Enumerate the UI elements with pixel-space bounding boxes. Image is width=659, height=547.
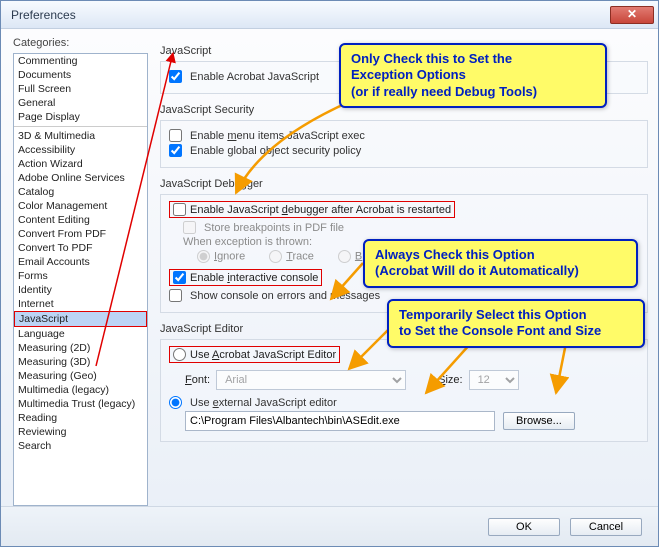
category-item[interactable]: Measuring (2D) — [14, 341, 147, 355]
category-item[interactable]: Search — [14, 439, 147, 453]
titlebar: Preferences ✕ — [1, 1, 658, 29]
category-item[interactable]: Catalog — [14, 185, 147, 199]
ignore-radio: Ignore — [197, 250, 245, 263]
category-item[interactable]: Adobe Online Services — [14, 171, 147, 185]
category-item[interactable]: Identity — [14, 283, 147, 297]
enable-global-security-checkbox[interactable]: Enable global object security policy — [169, 144, 639, 157]
size-label: Size: — [438, 374, 462, 386]
category-item[interactable]: Multimedia Trust (legacy) — [14, 397, 147, 411]
font-label: Font: — [185, 374, 210, 386]
category-item[interactable]: Reading — [14, 411, 147, 425]
window-title: Preferences — [11, 8, 610, 22]
category-item[interactable]: Full Screen — [14, 82, 147, 96]
category-item[interactable]: General — [14, 96, 147, 110]
category-item[interactable]: Language — [14, 327, 147, 341]
use-external-editor-radio[interactable]: Use external JavaScript editor — [169, 396, 639, 409]
category-item[interactable]: JavaScript — [14, 311, 147, 327]
category-item[interactable]: Documents — [14, 68, 147, 82]
category-item[interactable]: Multimedia (legacy) — [14, 383, 147, 397]
size-select: 12 — [469, 370, 519, 390]
js-debugger-heading: JavaScript Debugger — [160, 178, 648, 190]
store-breakpoints-checkbox: Store breakpoints in PDF file — [183, 221, 639, 234]
categories-listbox[interactable]: CommentingDocumentsFull ScreenGeneralPag… — [13, 53, 148, 506]
trace-radio: Trace — [269, 250, 314, 263]
font-select: Arial — [216, 370, 406, 390]
enable-menu-items-checkbox[interactable]: Enable menu items JavaScript exec — [169, 129, 639, 142]
category-item[interactable]: Convert From PDF — [14, 227, 147, 241]
categories-label: Categories: — [13, 37, 148, 49]
category-item[interactable]: Content Editing — [14, 213, 147, 227]
category-item[interactable]: 3D & Multimedia — [14, 129, 147, 143]
category-item[interactable]: Forms — [14, 269, 147, 283]
enable-debugger-checkbox[interactable]: Enable JavaScript debugger after Acrobat… — [169, 201, 455, 218]
category-item[interactable]: Accessibility — [14, 143, 147, 157]
category-item[interactable]: Action Wizard — [14, 157, 147, 171]
category-item[interactable]: Measuring (Geo) — [14, 369, 147, 383]
preferences-dialog: Preferences ✕ Categories: CommentingDocu… — [0, 0, 659, 547]
category-item[interactable]: Commenting — [14, 54, 147, 68]
enable-interactive-console-checkbox[interactable]: Enable interactive console — [169, 269, 322, 286]
use-acrobat-editor-radio[interactable]: Use Acrobat JavaScript Editor — [169, 346, 340, 363]
category-item[interactable]: Color Management — [14, 199, 147, 213]
category-item[interactable]: Email Accounts — [14, 255, 147, 269]
category-item[interactable]: Page Display — [14, 110, 147, 124]
callout-exception-options: Only Check this to Set the Exception Opt… — [339, 43, 607, 108]
category-item[interactable]: Reviewing — [14, 425, 147, 439]
editor-path-input[interactable] — [185, 411, 495, 431]
close-icon[interactable]: ✕ — [610, 6, 654, 24]
ok-button[interactable]: OK — [488, 518, 560, 536]
category-item[interactable]: Internet — [14, 297, 147, 311]
browse-button[interactable]: Browse... — [503, 412, 575, 430]
callout-temporarily-select: Temporarily Select this Option to Set th… — [387, 299, 645, 348]
category-item[interactable]: Convert To PDF — [14, 241, 147, 255]
callout-always-check: Always Check this Option (Acrobat Will d… — [363, 239, 638, 288]
cancel-button[interactable]: Cancel — [570, 518, 642, 536]
category-item[interactable]: Measuring (3D) — [14, 355, 147, 369]
